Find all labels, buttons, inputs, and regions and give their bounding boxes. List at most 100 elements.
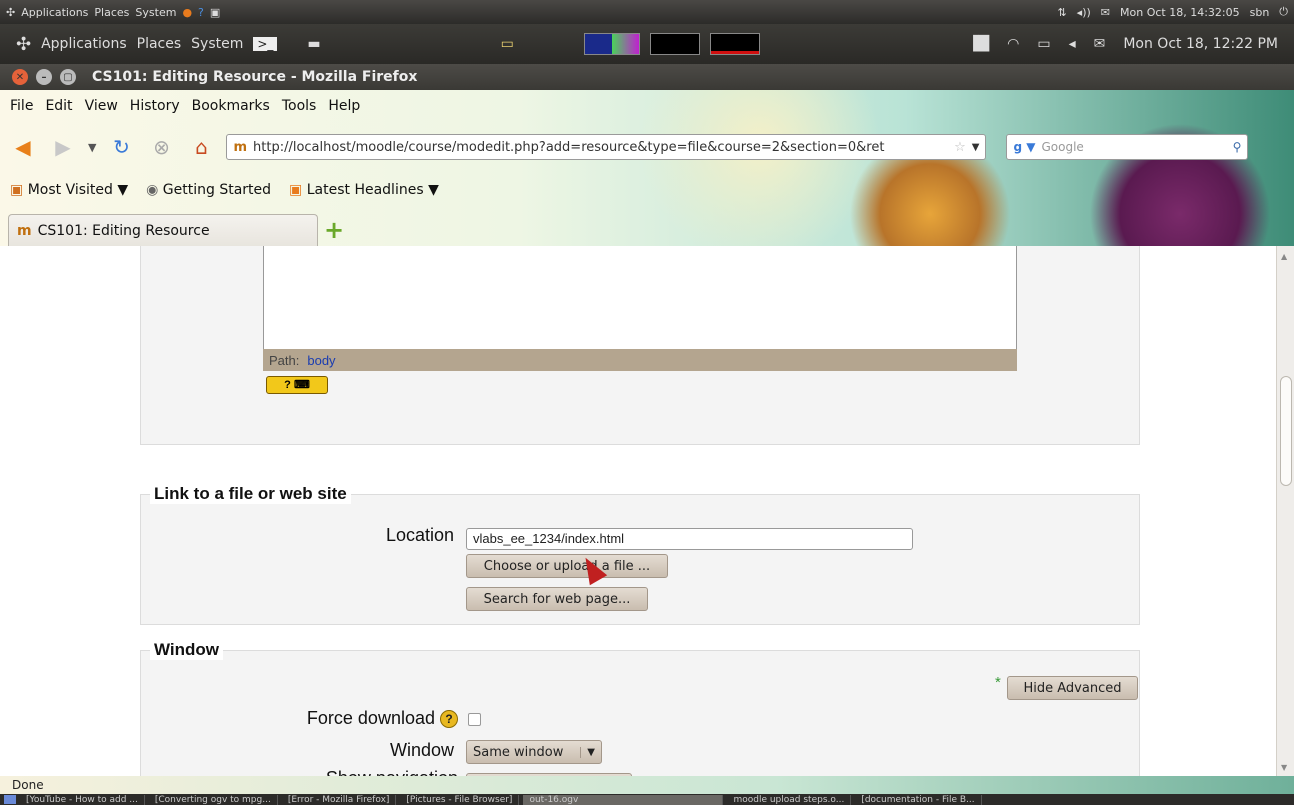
volume-icon[interactable]: ◂)) [1077,6,1091,19]
inner-terminal-icon[interactable]: >_ [253,37,278,51]
history-dropdown-icon[interactable]: ▼ [88,141,96,154]
taskbar-item[interactable]: [Error - Mozilla Firefox] [282,794,397,805]
inner-wifi-icon[interactable]: ◠ [1007,36,1019,52]
forward-arrow-icon[interactable]: ▶ [48,132,78,162]
help-launcher-icon[interactable]: ? [198,6,204,19]
url-text: http://localhost/moodle/course/modedit.p… [253,139,885,155]
menu-history[interactable]: History [130,98,180,114]
folder-icon: ▣ [10,182,24,198]
page-icon: ◉ [146,182,159,198]
html-editor-area[interactable] [263,246,1017,352]
inner-menu-applications[interactable]: Applications [41,36,127,52]
help-icon[interactable]: ? [440,710,458,729]
bookmark-star-icon[interactable]: ☆ [954,140,966,155]
taskbar-item[interactable]: [Pictures - File Browser] [400,794,520,805]
inner-battery-icon[interactable]: ▭ [1037,36,1050,52]
firefox-launcher-icon[interactable]: ● [182,6,192,19]
window-section-legend: Window [150,640,223,660]
inner-ubuntu-logo-icon[interactable]: ✣ [16,34,31,55]
taskbar-item[interactable]: [YouTube - How to add ... [20,794,145,805]
inner-top-panel: ✣ Applications Places System >_ ▬ ▭ ▐█ ◠… [0,24,1294,64]
window-titlebar[interactable]: ✕ – ▢ CS101: Editing Resource - Mozilla … [0,64,1294,90]
window-title: CS101: Editing Resource - Mozilla Firefo… [92,69,418,85]
bookmark-getting-started[interactable]: ◉ Getting Started [146,182,271,198]
tab-bar: m CS101: Editing Resource + [8,214,344,246]
terminal-launcher-icon[interactable]: ▣ [210,6,220,19]
outer-menu-places[interactable]: Places [94,6,129,19]
outer-menu-applications[interactable]: Applications [21,6,88,19]
inner-notes-icon[interactable]: ▭ [501,36,514,52]
url-bar[interactable]: m http://localhost/moodle/course/modedit… [226,134,987,160]
inner-monitor-icon[interactable]: ▬ [307,36,320,52]
new-tab-icon[interactable]: + [324,216,344,246]
path-label: Path: [269,352,300,368]
advanced-marker: * [995,674,1001,691]
tab-editing-resource[interactable]: m CS101: Editing Resource [8,214,318,246]
search-icon[interactable]: ⚲ [1233,140,1242,154]
minimize-window-icon[interactable]: – [36,69,52,85]
outer-menu-system[interactable]: System [135,6,176,19]
force-download-checkbox[interactable] [468,713,481,726]
inner-volume-icon[interactable]: ◂ [1069,36,1076,52]
link-section-legend: Link to a file or web site [150,484,351,504]
site-favicon-icon: m [233,139,248,155]
power-icon[interactable]: ⏻ [1279,5,1288,19]
ubuntu-logo-icon[interactable]: ✣ [6,6,15,19]
back-arrow-icon[interactable]: ◀ [8,132,38,162]
choose-upload-file-button[interactable]: Choose or upload a file ... [466,554,668,578]
search-bar[interactable]: g ▼ Google ⚲ [1006,134,1249,160]
home-icon[interactable]: ⌂ [186,132,216,162]
bookmarks-toolbar: ▣ Most Visited ▼ ◉ Getting Started ▣ Lat… [10,182,439,198]
search-engine-icon[interactable]: g ▼ [1013,140,1035,154]
user-name[interactable]: sbn [1250,6,1270,19]
taskbar-item[interactable]: [Converting ogv to mpg... [149,794,278,805]
scroll-up-icon[interactable]: ▲ [1281,252,1287,261]
menu-help[interactable]: Help [328,98,360,114]
bookmark-label: Most Visited [27,182,113,198]
menu-view[interactable]: View [85,98,118,114]
location-value: vlabs_ee_1234/index.html [473,531,625,546]
taskbar-item[interactable]: [documentation - File B... [855,794,982,805]
hide-advanced-button[interactable]: Hide Advanced [1007,676,1138,700]
taskbar-item[interactable]: out-16.ogv [523,794,724,805]
menu-file[interactable]: File [10,98,33,114]
vertical-scrollbar[interactable]: ▲ ▼ [1276,246,1294,776]
inner-menu-places[interactable]: Places [137,36,182,52]
location-input[interactable]: vlabs_ee_1234/index.html [466,528,913,550]
location-label: Location [385,525,454,545]
scroll-down-icon[interactable]: ▼ [1281,763,1287,772]
reload-icon[interactable]: ↻ [106,132,136,162]
inner-menu-system[interactable]: System [191,36,243,52]
navigation-toolbar: ◀ ▶ ▼ ↻ ⊗ ⌂ m http://localhost/moodle/co… [8,129,1290,165]
inner-clock[interactable]: Mon Oct 18, 12:22 PM [1123,36,1278,52]
bookmark-label: Getting Started [162,182,272,198]
maximize-window-icon[interactable]: ▢ [60,69,76,85]
inner-window-icon[interactable]: ▐█ [968,36,990,52]
path-body-link[interactable]: body [307,353,335,368]
show-desktop-icon[interactable] [4,795,16,804]
menu-tools[interactable]: Tools [282,98,317,114]
vm-screen: ✣ Applications Places System >_ ▬ ▭ ▐█ ◠… [0,24,1294,794]
force-download-label: Force download ? [240,708,458,729]
menu-edit[interactable]: Edit [45,98,72,114]
network-icon[interactable]: ⇅ [1057,6,1066,19]
close-window-icon[interactable]: ✕ [12,69,28,85]
outer-clock[interactable]: Mon Oct 18, 14:32:05 [1120,6,1240,19]
menu-bookmarks[interactable]: Bookmarks [192,98,270,114]
editor-path-bar: Path: body [263,349,1017,371]
scrollbar-thumb[interactable] [1280,376,1292,486]
stop-icon[interactable]: ⊗ [146,132,176,162]
page-content: Path: body ? ⌨ Link to a file or web sit… [0,246,1276,776]
search-web-page-button[interactable]: Search for web page... [466,587,648,611]
window-select[interactable]: Same window ▼ [466,740,602,764]
mail-icon[interactable]: ✉ [1101,6,1110,19]
inner-mail-icon[interactable]: ✉ [1094,36,1106,52]
bookmark-latest-headlines[interactable]: ▣ Latest Headlines ▼ [289,182,439,198]
net-graph [709,33,760,55]
status-text: Done [12,778,44,792]
taskbar-item[interactable]: moodle upload steps.o... [727,794,852,805]
url-dropdown-icon[interactable]: ▼ [972,142,980,153]
editor-help-keyboard-icon[interactable]: ? ⌨ [266,376,328,394]
bookmark-label: Latest Headlines [306,182,424,198]
bookmark-most-visited[interactable]: ▣ Most Visited ▼ [10,182,128,198]
